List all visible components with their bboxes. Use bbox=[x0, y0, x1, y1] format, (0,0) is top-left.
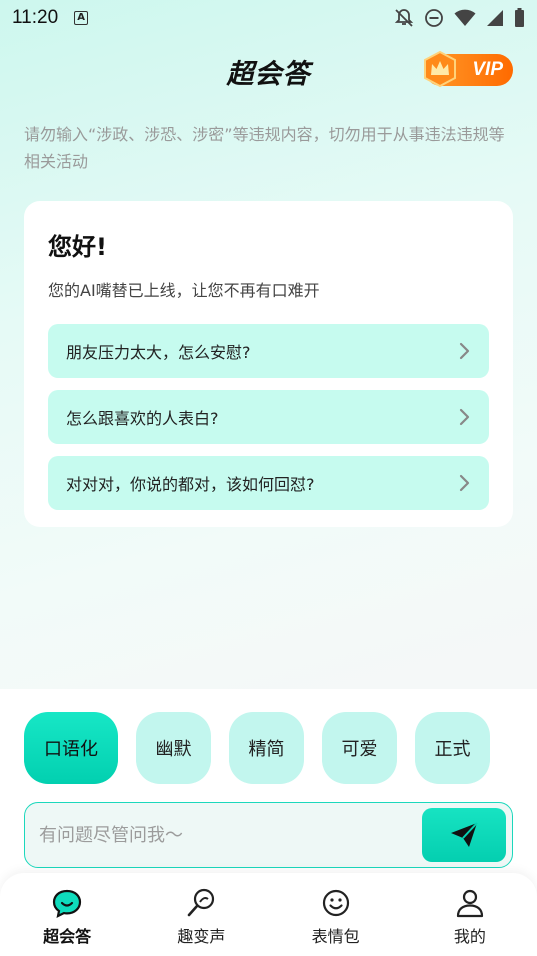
tab-chaohuida[interactable]: 超会答 bbox=[0, 873, 134, 956]
style-chip-colloquial[interactable]: 口语化 bbox=[24, 712, 118, 784]
style-chip-concise[interactable]: 精简 bbox=[229, 712, 304, 784]
tab-label: 趣变声 bbox=[177, 927, 226, 946]
crown-icon bbox=[424, 50, 456, 88]
tab-voice-changer[interactable]: 趣变声 bbox=[134, 873, 268, 956]
tab-label: 我的 bbox=[453, 927, 486, 946]
question-input-box bbox=[24, 802, 513, 868]
greeting-subtitle: 您的AI嘴替已上线，让您不再有口难开 bbox=[48, 281, 320, 300]
style-chip-formal[interactable]: 正式 bbox=[415, 712, 490, 784]
person-icon bbox=[456, 889, 483, 918]
tab-profile[interactable]: 我的 bbox=[403, 873, 537, 956]
status-icons bbox=[394, 8, 525, 28]
cellular-signal-icon bbox=[487, 10, 503, 26]
chevron-right-icon bbox=[459, 342, 470, 360]
suggestion-text: 对对对，你说的都对，该如何回怼? bbox=[66, 475, 315, 494]
chevron-right-icon bbox=[459, 408, 470, 426]
vip-button[interactable]: VIP bbox=[424, 50, 513, 88]
suggestion-text: 朋友压力太大，怎么安慰? bbox=[66, 343, 251, 362]
question-input[interactable] bbox=[39, 824, 422, 846]
status-bar: 11:20 A bbox=[0, 0, 537, 36]
send-icon bbox=[451, 822, 478, 847]
style-chip-cute[interactable]: 可爱 bbox=[322, 712, 397, 784]
suggestion-item[interactable]: 对对对，你说的都对，该如何回怼? bbox=[48, 456, 489, 510]
notifications-off-icon bbox=[394, 9, 414, 27]
app-bar: 超会答 VIP bbox=[0, 44, 537, 96]
suggestion-item[interactable]: 朋友压力太大，怎么安慰? bbox=[48, 324, 489, 378]
send-button[interactable] bbox=[422, 808, 506, 862]
suggestion-text: 怎么跟喜欢的人表白? bbox=[66, 409, 219, 428]
suggestion-item[interactable]: 怎么跟喜欢的人表白? bbox=[48, 390, 489, 444]
compliance-notice: 请勿输入“涉政、涉恐、涉密”等违规内容，切勿用于从事违法违规等相关活动 bbox=[24, 125, 505, 171]
tab-stickers[interactable]: 表情包 bbox=[269, 873, 403, 956]
tab-label: 表情包 bbox=[311, 927, 360, 946]
greeting-card: 您好! 您的AI嘴替已上线，让您不再有口难开 朋友压力太大，怎么安慰? 怎么跟喜… bbox=[24, 201, 513, 527]
chat-bubble-icon bbox=[53, 889, 82, 918]
voice-changer-icon bbox=[188, 888, 215, 917]
app-notification-icon: A bbox=[74, 11, 89, 25]
greeting-title: 您好! bbox=[48, 233, 107, 261]
do-not-disturb-icon bbox=[425, 9, 443, 27]
style-selector: 口语化 幽默 精简 可爱 正式 bbox=[24, 712, 490, 784]
chevron-right-icon bbox=[459, 474, 470, 492]
smiley-icon bbox=[322, 889, 349, 917]
battery-icon bbox=[515, 8, 524, 27]
style-chip-humor[interactable]: 幽默 bbox=[136, 712, 211, 784]
status-time: 11:20 bbox=[12, 7, 59, 28]
bottom-tab-bar: 超会答 趣变声 表情包 我的 bbox=[0, 873, 537, 956]
tab-label: 超会答 bbox=[43, 927, 92, 946]
wifi-icon bbox=[454, 9, 476, 26]
vip-label: VIP bbox=[472, 59, 503, 80]
